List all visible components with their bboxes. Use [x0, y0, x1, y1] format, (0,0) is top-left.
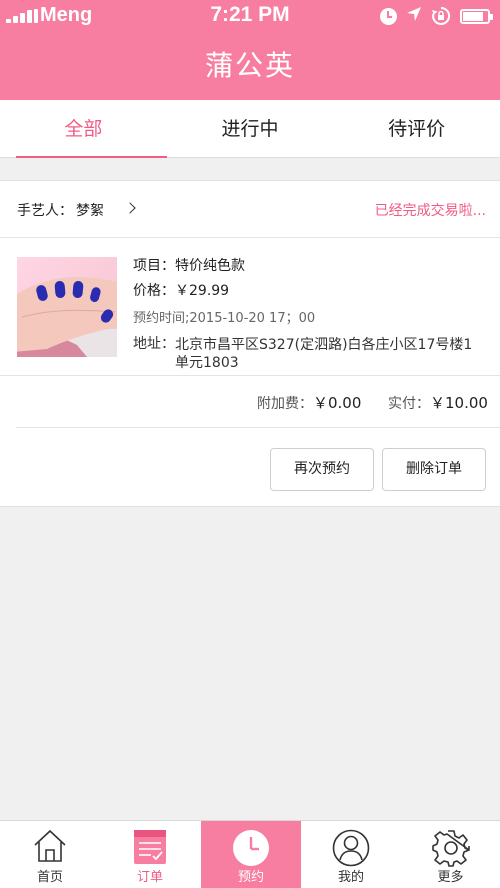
product-image[interactable] — [17, 257, 117, 357]
artisan-label: 手艺人： — [17, 203, 73, 219]
location-arrow-icon — [406, 6, 422, 26]
divider — [0, 237, 500, 238]
tabbar-label: 我的 — [337, 870, 364, 885]
divider — [0, 375, 500, 376]
tabbar-home[interactable]: 首页 — [0, 821, 100, 888]
tabbar-label: 首页 — [36, 870, 63, 885]
tab-bar: 首页 订单 预约 我的 更多 — [0, 820, 500, 888]
divider — [16, 427, 500, 428]
orders-icon — [133, 829, 167, 869]
home-icon — [32, 829, 68, 867]
tab-all[interactable]: 全部 — [0, 100, 167, 158]
address-value: 北京市昌平区S327(定泗路)白各庄小区17号楼1单元1803 — [175, 337, 473, 371]
address: 地址： 北京市昌平区S327(定泗路)白各庄小区17号楼1单元1803 — [133, 333, 483, 372]
paid-value: ￥10.00 — [430, 394, 488, 412]
project-name: 项目：特价纯色款 — [133, 258, 245, 274]
extra-fee-label: 附加费： — [257, 396, 313, 412]
rotation-lock-icon — [431, 6, 451, 26]
tabbar-mine[interactable]: 我的 — [301, 821, 401, 888]
price: 价格：￥29.99 — [133, 283, 230, 299]
tabbar-orders[interactable]: 订单 — [100, 821, 200, 888]
order-card: 手艺人： 梦絮 已经完成交易啦... 项目：特价纯色款 价格：￥29.99 预约… — [0, 180, 500, 507]
tab-to-review[interactable]: 待评价 — [333, 100, 500, 157]
battery-icon — [460, 8, 493, 24]
chevron-right-icon — [124, 202, 136, 214]
alarm-clock-icon — [380, 7, 397, 25]
page-title: 蒲公英 — [0, 32, 500, 100]
profile-icon — [332, 829, 370, 871]
tabbar-label: 预约 — [237, 870, 264, 885]
tabbar-label: 更多 — [437, 870, 464, 885]
paid-label: 实付： — [388, 396, 430, 412]
tab-in-progress[interactable]: 进行中 — [167, 100, 334, 157]
product-info: 项目：特价纯色款 价格：￥29.99 预约时间;2015-10-20 17；00… — [133, 254, 483, 372]
order-tabs: 全部 进行中 待评价 — [0, 100, 500, 158]
gear-icon — [431, 829, 470, 871]
status-bar: Meng 7:21 PM — [0, 0, 500, 32]
address-label: 地址： — [133, 336, 175, 352]
artisan-name: 梦絮 — [76, 203, 104, 219]
delete-order-button[interactable]: 删除订单 — [382, 448, 486, 491]
tabbar-booking[interactable]: 预约 — [201, 821, 301, 888]
fee-row: 附加费：￥0.00 实付：￥10.00 — [0, 377, 500, 425]
tabbar-label: 订单 — [136, 870, 163, 885]
tabbar-more[interactable]: 更多 — [401, 821, 500, 888]
artisan-row[interactable]: 手艺人： 梦絮 已经完成交易啦... — [0, 181, 500, 237]
extra-fee-value: ￥0.00 — [313, 394, 362, 412]
clock-icon — [232, 829, 270, 871]
rebook-button[interactable]: 再次预约 — [270, 448, 374, 491]
order-status: 已经完成交易啦... — [374, 203, 486, 219]
appointment-time: 预约时间;2015-10-20 17；00 — [133, 311, 316, 326]
